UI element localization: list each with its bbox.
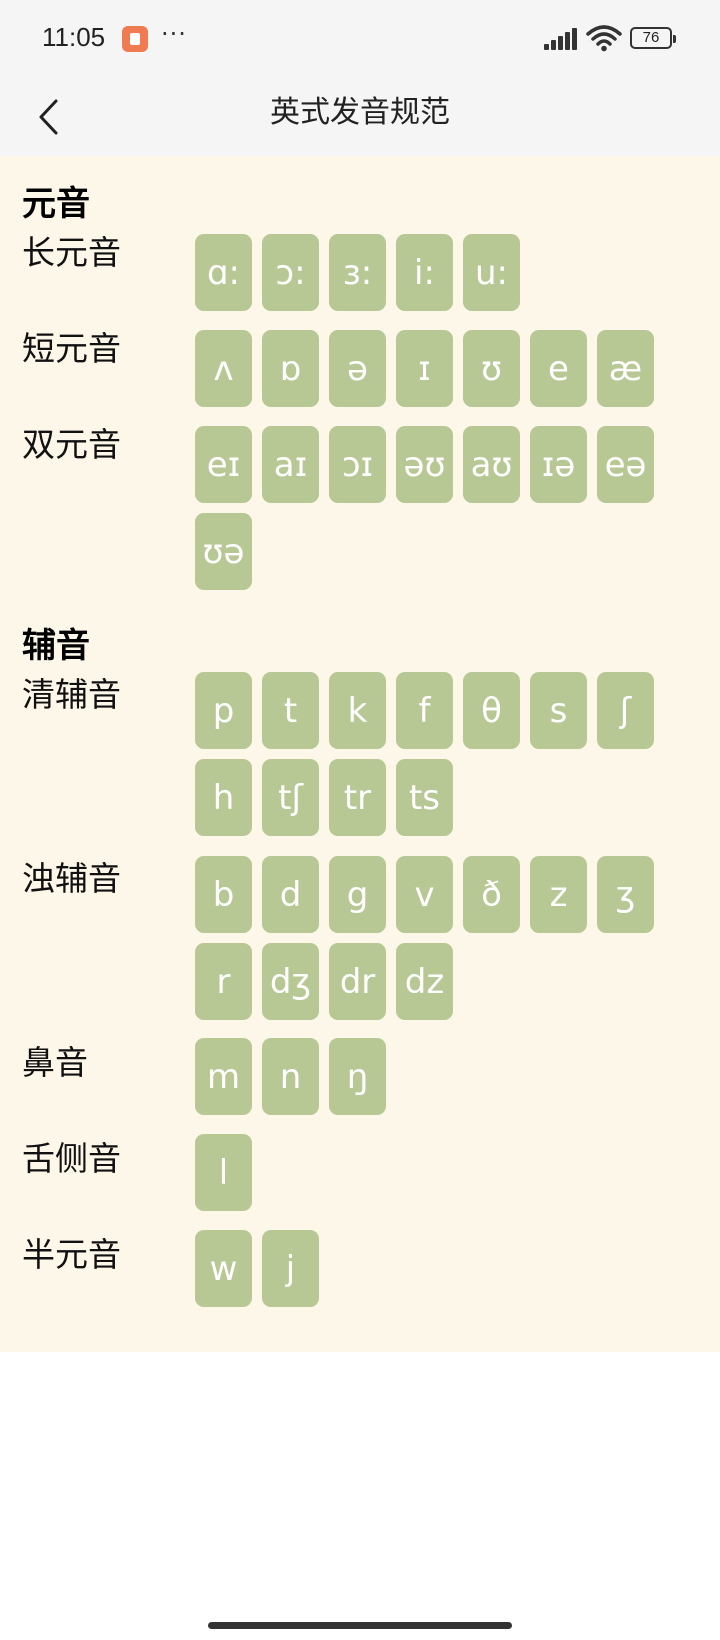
phonetic-symbol-button[interactable]: θ: [463, 672, 520, 749]
phonetic-symbol-button[interactable]: ə: [329, 330, 386, 407]
phonetic-symbol-button[interactable]: ɒ: [262, 330, 319, 407]
phonetic-symbol-button[interactable]: ɔ:: [262, 234, 319, 311]
phonetic-symbol-button[interactable]: aɪ: [262, 426, 319, 503]
phonetic-symbol-button[interactable]: əʊ: [396, 426, 453, 503]
section-title-consonants: 辅音: [22, 626, 90, 666]
phonetic-symbol-button[interactable]: tʃ: [262, 759, 319, 836]
cellular-signal-icon: [544, 28, 578, 50]
phonetic-symbol-button[interactable]: h: [195, 759, 252, 836]
phonetic-symbol-button[interactable]: b: [195, 856, 252, 933]
phonetic-symbol-button[interactable]: t: [262, 672, 319, 749]
phonetic-symbol-button[interactable]: ʊə: [195, 513, 252, 590]
row-label-voiceless: 清辅音: [22, 675, 121, 714]
phonetic-symbol-button[interactable]: k: [329, 672, 386, 749]
tiles-semivowel: wj: [195, 1230, 675, 1317]
phonetic-symbol-button[interactable]: ʊ: [463, 330, 520, 407]
page-title: 英式发音规范: [270, 95, 450, 130]
row-label-lateral: 舌侧音: [22, 1139, 121, 1178]
phonetic-symbol-button[interactable]: ŋ: [329, 1038, 386, 1115]
section-title-vowels: 元音: [22, 184, 90, 224]
phonetic-symbol-button[interactable]: dʒ: [262, 943, 319, 1020]
row-label-diphthongs: 双元音: [22, 425, 121, 464]
phonetic-symbol-button[interactable]: dr: [329, 943, 386, 1020]
notification-app-icon: [122, 26, 148, 52]
phonetic-symbol-button[interactable]: ts: [396, 759, 453, 836]
phonetic-symbol-button[interactable]: ʒ: [597, 856, 654, 933]
phonetic-symbol-button[interactable]: tr: [329, 759, 386, 836]
phonetic-symbol-button[interactable]: i:: [396, 234, 453, 311]
phonetic-symbol-button[interactable]: u:: [463, 234, 520, 311]
wifi-icon: [586, 25, 622, 52]
phonetic-symbol-button[interactable]: z: [530, 856, 587, 933]
tiles-short-vowels: ʌɒəɪʊeæ: [195, 330, 675, 417]
tiles-long-vowels: ɑ: ɔ: ɜ: i: u:: [195, 234, 675, 321]
phonetic-symbol-button[interactable]: ɪə: [530, 426, 587, 503]
chevron-left-icon: [39, 99, 58, 135]
phonetic-symbol-button[interactable]: v: [396, 856, 453, 933]
phonetic-symbol-button[interactable]: f: [396, 672, 453, 749]
phonetic-symbol-button[interactable]: g: [329, 856, 386, 933]
status-bar: 11:05 ··· 76: [0, 0, 720, 80]
tiles-lateral: l: [195, 1134, 675, 1221]
phonetic-symbol-button[interactable]: aʊ: [463, 426, 520, 503]
phonetic-symbol-button[interactable]: eɪ: [195, 426, 252, 503]
phonetic-symbol-button[interactable]: ʃ: [597, 672, 654, 749]
row-label-semivowel: 半元音: [22, 1235, 121, 1274]
phonetic-symbol-button[interactable]: l: [195, 1134, 252, 1211]
more-notifications-icon: ···: [161, 20, 187, 48]
phonetic-chart: 元音 长元音 ɑ: ɔ: ɜ: i: u: 短元音 ʌɒəɪʊeæ 双元音 eɪ aɪ ɔɪ…: [0, 156, 720, 1352]
phonetic-symbol-button[interactable]: s: [530, 672, 587, 749]
phonetic-symbol-button[interactable]: ð: [463, 856, 520, 933]
phonetic-symbol-button[interactable]: dz: [396, 943, 453, 1020]
phonetic-symbol-button[interactable]: ɔɪ: [329, 426, 386, 503]
phonetic-symbol-button[interactable]: d: [262, 856, 319, 933]
phonetic-symbol-button[interactable]: ʌ: [195, 330, 252, 407]
phonetic-symbol-button[interactable]: j: [262, 1230, 319, 1307]
phonetic-symbol-button[interactable]: w: [195, 1230, 252, 1307]
battery-level: 76: [642, 29, 660, 46]
home-indicator[interactable]: [208, 1622, 512, 1629]
battery-icon: 76: [630, 27, 676, 49]
row-label-short-vowels: 短元音: [22, 329, 121, 368]
phonetic-symbol-button[interactable]: ɜ:: [329, 234, 386, 311]
phonetic-symbol-button[interactable]: m: [195, 1038, 252, 1115]
phonetic-symbol-button[interactable]: e: [530, 330, 587, 407]
tiles-voiceless: p t k f θ s ʃ h tʃ tr ts: [195, 672, 675, 846]
phonetic-symbol-button[interactable]: eə: [597, 426, 654, 503]
tiles-nasal: mnŋ: [195, 1038, 675, 1125]
row-label-long-vowels: 长元音: [22, 233, 121, 272]
back-button[interactable]: [24, 92, 74, 142]
phonetic-symbol-button[interactable]: ɪ: [396, 330, 453, 407]
phonetic-symbol-button[interactable]: ɑ:: [195, 234, 252, 311]
phonetic-symbol-button[interactable]: æ: [597, 330, 654, 407]
phonetic-symbol-button[interactable]: n: [262, 1038, 319, 1115]
status-time: 11:05: [42, 22, 106, 52]
row-label-nasal: 鼻音: [22, 1043, 88, 1082]
row-label-voiced: 浊辅音: [22, 859, 121, 898]
nav-bar: 英式发音规范: [0, 80, 720, 156]
phonetic-symbol-button[interactable]: r: [195, 943, 252, 1020]
tiles-diphthongs: eɪ aɪ ɔɪ əʊ aʊ ɪə eə ʊə: [195, 426, 675, 600]
phonetic-symbol-button[interactable]: p: [195, 672, 252, 749]
tiles-voiced: b d g v ð z ʒ r dʒ dr dz: [195, 856, 675, 1030]
